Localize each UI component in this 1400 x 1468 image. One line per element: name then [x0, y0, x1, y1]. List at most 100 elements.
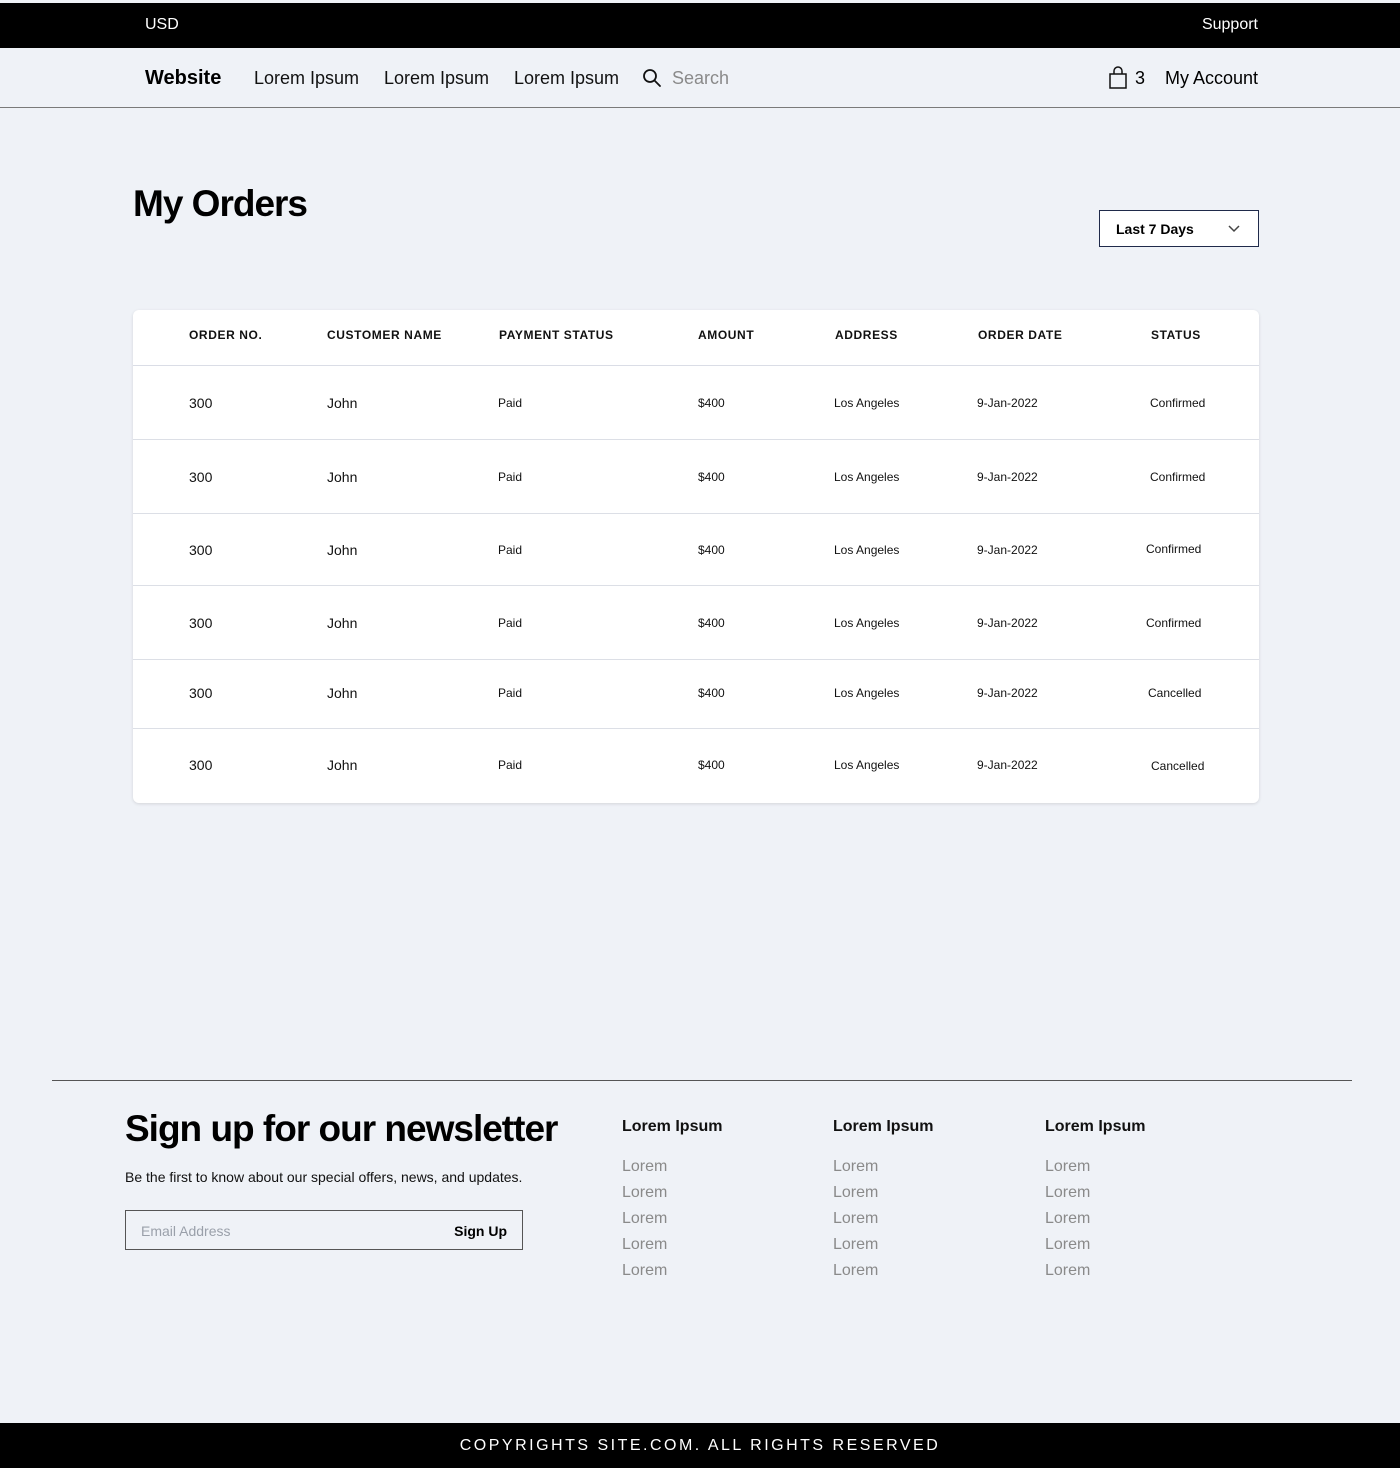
footer-link[interactable]: Lorem [833, 1258, 933, 1284]
customer-name: John [327, 469, 358, 485]
table-row[interactable]: 300 John Paid $400 Los Angeles 9-Jan-202… [133, 514, 1259, 586]
email-field[interactable] [141, 1221, 421, 1241]
payment-status: Paid [498, 686, 523, 700]
amount: $400 [698, 470, 725, 484]
order-number: 300 [189, 615, 213, 631]
footer-link[interactable]: Lorem [833, 1206, 933, 1232]
footer-column-2: Lorem Ipsum Lorem Lorem Lorem Lorem Lore… [833, 1118, 933, 1284]
customer-name: John [327, 615, 358, 631]
footer-link[interactable]: Lorem [1045, 1232, 1145, 1258]
customer-name: John [327, 757, 358, 773]
nav-link-3[interactable]: Lorem Ipsum [514, 68, 619, 89]
payment-status: Paid [498, 396, 523, 410]
amount: $400 [698, 543, 725, 557]
amount: $400 [698, 616, 725, 630]
footer-link[interactable]: Lorem [622, 1154, 722, 1180]
address: Los Angeles [834, 470, 900, 484]
cart-count[interactable]: 3 [1135, 68, 1145, 89]
order-number: 300 [189, 469, 213, 485]
search-input[interactable] [672, 66, 872, 90]
order-date: 9-Jan-2022 [977, 616, 1038, 630]
brand-logo[interactable]: Website [145, 67, 221, 90]
footer-column-heading: Lorem Ipsum [1045, 1118, 1146, 1135]
payment-status: Paid [498, 543, 523, 557]
date-range-dropdown[interactable]: Last 7 Days [1099, 210, 1259, 247]
newsletter-title: Sign up for our newsletter [125, 1108, 558, 1149]
footer-link[interactable]: Lorem [622, 1206, 722, 1232]
order-status: Cancelled [1148, 686, 1202, 700]
footer-column-heading: Lorem Ipsum [622, 1118, 723, 1135]
table-header: ORDER NO. CUSTOMER NAME PAYMENT STATUS A… [133, 310, 1259, 366]
address: Los Angeles [834, 686, 900, 700]
column-header-amount[interactable]: AMOUNT [698, 328, 754, 342]
footer-link[interactable]: Lorem [1045, 1154, 1145, 1180]
order-number: 300 [189, 757, 213, 773]
nav-link-2[interactable]: Lorem Ipsum [384, 68, 489, 89]
sign-up-button[interactable]: Sign Up [454, 1223, 507, 1239]
column-header-order-no[interactable]: ORDER NO. [189, 328, 262, 342]
amount: $400 [698, 396, 725, 410]
date-range-label: Last 7 Days [1116, 221, 1194, 237]
my-account-link[interactable]: My Account [1165, 68, 1258, 89]
customer-name: John [327, 542, 358, 558]
top-bar: USD Support [0, 3, 1400, 48]
footer-link[interactable]: Lorem [833, 1154, 933, 1180]
copyright-bar: COPYRIGHTS SITE.COM. ALL RIGHTS RESERVED [0, 1423, 1400, 1468]
order-number: 300 [189, 395, 213, 411]
amount: $400 [698, 686, 725, 700]
footer-divider [52, 1080, 1352, 1081]
payment-status: Paid [498, 470, 523, 484]
table-row[interactable]: 300 John Paid $400 Los Angeles 9-Jan-202… [133, 440, 1259, 514]
table-row[interactable]: 300 John Paid $400 Los Angeles 9-Jan-202… [133, 729, 1259, 803]
column-header-payment-status[interactable]: PAYMENT STATUS [499, 328, 614, 342]
order-status: Confirmed [1150, 396, 1206, 410]
nav-link-1[interactable]: Lorem Ipsum [254, 68, 359, 89]
order-status: Confirmed [1150, 470, 1206, 484]
table-row[interactable]: 300 John Paid $400 Los Angeles 9-Jan-202… [133, 660, 1259, 729]
order-status: Confirmed [1146, 616, 1202, 630]
order-status: Confirmed [1146, 542, 1202, 556]
page-title: My Orders [133, 183, 308, 224]
address: Los Angeles [834, 616, 900, 630]
payment-status: Paid [498, 758, 523, 772]
main-nav: Website Lorem Ipsum Lorem Ipsum Lorem Ip… [0, 48, 1400, 108]
order-status: Cancelled [1151, 759, 1205, 773]
orders-table: ORDER NO. CUSTOMER NAME PAYMENT STATUS A… [133, 310, 1259, 803]
footer-link[interactable]: Lorem [622, 1232, 722, 1258]
amount: $400 [698, 758, 725, 772]
order-date: 9-Jan-2022 [977, 396, 1038, 410]
footer-link[interactable]: Lorem [833, 1232, 933, 1258]
newsletter-form: Sign Up [125, 1210, 523, 1250]
order-date: 9-Jan-2022 [977, 470, 1038, 484]
order-date: 9-Jan-2022 [977, 758, 1038, 772]
column-header-address[interactable]: ADDRESS [835, 328, 898, 342]
order-number: 300 [189, 685, 213, 701]
chevron-down-icon [1228, 225, 1240, 233]
footer-link[interactable]: Lorem [1045, 1206, 1145, 1232]
customer-name: John [327, 395, 358, 411]
footer-column-1: Lorem Ipsum Lorem Lorem Lorem Lorem Lore… [622, 1118, 722, 1284]
order-number: 300 [189, 542, 213, 558]
column-header-status[interactable]: STATUS [1151, 328, 1201, 342]
customer-name: John [327, 685, 358, 701]
footer-link[interactable]: Lorem [1045, 1180, 1145, 1206]
support-link[interactable]: Support [1202, 16, 1258, 34]
shopping-bag-icon[interactable] [1108, 66, 1128, 90]
table-row[interactable]: 300 John Paid $400 Los Angeles 9-Jan-202… [133, 586, 1259, 660]
address: Los Angeles [834, 758, 900, 772]
footer-column-heading: Lorem Ipsum [833, 1118, 934, 1135]
column-header-customer-name[interactable]: CUSTOMER NAME [327, 328, 442, 342]
footer-column-3: Lorem Ipsum Lorem Lorem Lorem Lorem Lore… [1045, 1118, 1145, 1284]
newsletter-subtitle: Be the first to know about our special o… [125, 1169, 523, 1185]
footer-link[interactable]: Lorem [622, 1258, 722, 1284]
footer-link[interactable]: Lorem [833, 1180, 933, 1206]
column-header-order-date[interactable]: ORDER DATE [978, 328, 1062, 342]
payment-status: Paid [498, 616, 523, 630]
address: Los Angeles [834, 543, 900, 557]
search-icon[interactable] [642, 68, 662, 88]
footer-link[interactable]: Lorem [1045, 1258, 1145, 1284]
address: Los Angeles [834, 396, 900, 410]
footer-link[interactable]: Lorem [622, 1180, 722, 1206]
currency-selector[interactable]: USD [145, 16, 179, 34]
table-row[interactable]: 300 John Paid $400 Los Angeles 9-Jan-202… [133, 366, 1259, 440]
